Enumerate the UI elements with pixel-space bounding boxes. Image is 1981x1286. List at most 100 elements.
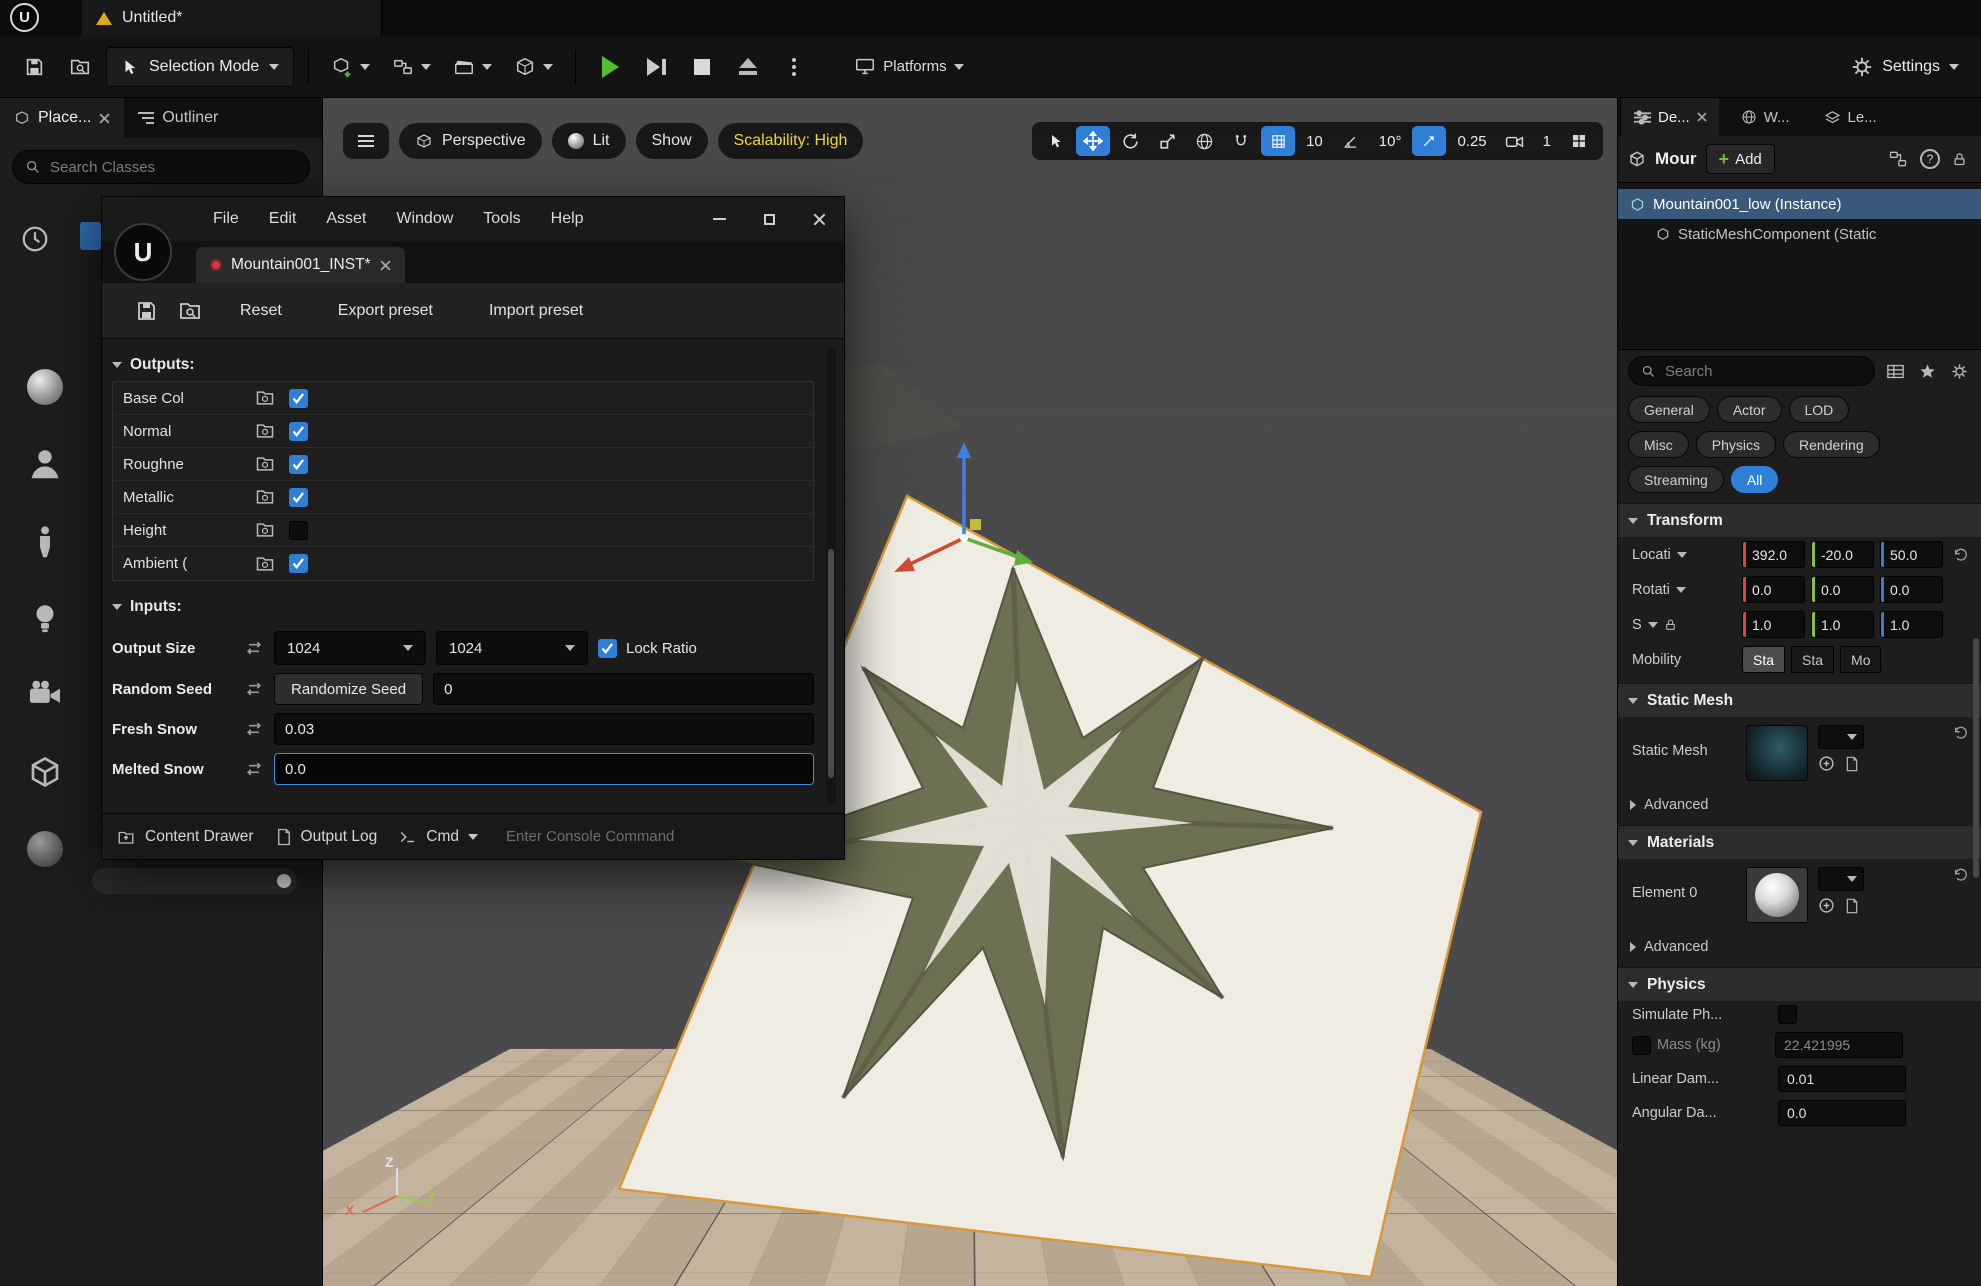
editor-scrollbar[interactable] (826, 347, 836, 805)
minimize-button[interactable] (694, 197, 744, 241)
output-checkbox[interactable] (289, 422, 308, 441)
lock-icon[interactable] (1952, 151, 1967, 168)
close-window-button[interactable] (794, 197, 844, 241)
tree-row-actor[interactable]: Mountain001_low (Instance) (1618, 189, 1981, 219)
stop-button[interactable] (682, 45, 722, 89)
save-button[interactable] (14, 45, 54, 89)
browse-to-asset-icon[interactable] (1818, 897, 1835, 914)
menu-file[interactable]: File (198, 197, 254, 241)
output-checkbox[interactable] (289, 554, 308, 573)
reset-button[interactable]: Reset (214, 302, 308, 320)
rotation-z-field[interactable]: 0.0 (1880, 576, 1943, 603)
filter-misc[interactable]: Misc (1628, 431, 1689, 458)
use-selected-asset-icon[interactable] (1845, 756, 1859, 772)
show-flags-dropdown[interactable]: Show (636, 123, 708, 159)
filter-lod[interactable]: LOD (1789, 396, 1850, 423)
size-y-dropdown[interactable]: 1024 (436, 631, 588, 665)
cmd-dropdown[interactable]: Cmd (399, 828, 478, 846)
scale-snap-value[interactable]: 0.25 (1449, 133, 1494, 150)
volumes-category-icon[interactable] (16, 822, 74, 876)
play-button[interactable] (590, 45, 630, 89)
output-log-button[interactable]: Output Log (276, 828, 378, 846)
menu-window[interactable]: Window (381, 197, 468, 241)
quick-add-dropdown[interactable] (506, 45, 561, 89)
inputs-header[interactable]: Inputs: (112, 591, 814, 623)
advanced-collapse-2[interactable]: Advanced (1618, 933, 1981, 961)
location-x-field[interactable]: 392.0 (1742, 541, 1805, 568)
rotation-y-field[interactable]: 0.0 (1811, 576, 1874, 603)
filter-streaming[interactable]: Streaming (1628, 466, 1724, 493)
browse-output-icon[interactable] (255, 520, 275, 540)
browse-output-icon[interactable] (255, 554, 275, 574)
maximize-button[interactable] (744, 197, 794, 241)
camera-speed-value[interactable]: 1 (1535, 133, 1559, 150)
rotate-tool-button[interactable] (1113, 126, 1147, 156)
reset-location-button[interactable] (1949, 547, 1973, 563)
filter-physics[interactable]: Physics (1696, 431, 1776, 458)
tab-place-actors[interactable]: Place... (0, 98, 124, 138)
selection-mode-dropdown[interactable]: Selection Mode (106, 47, 294, 87)
simulate-physics-checkbox[interactable] (1778, 1005, 1797, 1024)
tab-world-settings[interactable]: W... (1729, 98, 1802, 136)
browse-output-icon[interactable] (255, 487, 275, 507)
close-icon[interactable] (99, 113, 110, 124)
browse-to-asset-icon[interactable] (1818, 755, 1835, 772)
melted-snow-field[interactable]: 0.0 (274, 753, 814, 785)
mobility-movable-button[interactable]: Mo (1840, 646, 1881, 673)
frame-skip-button[interactable] (636, 45, 676, 89)
display-filter-icon[interactable] (1883, 364, 1907, 379)
rotation-dropdown[interactable]: Rotati (1632, 582, 1736, 598)
outputs-header[interactable]: Outputs: (112, 349, 814, 381)
geometry-category-icon[interactable] (16, 745, 74, 799)
browse-output-icon[interactable] (255, 454, 275, 474)
select-tool-button[interactable] (1039, 126, 1073, 156)
export-preset-button[interactable]: Export preset (312, 302, 459, 320)
characters-category-icon[interactable] (16, 437, 74, 491)
output-checkbox[interactable] (289, 389, 308, 408)
cinematics-dropdown[interactable] (445, 45, 500, 89)
menu-asset[interactable]: Asset (311, 197, 381, 241)
swap-icon[interactable] (244, 762, 264, 776)
world-coordinate-button[interactable] (1187, 126, 1221, 156)
swap-icon[interactable] (244, 722, 264, 736)
cinematic-category-icon[interactable] (16, 668, 74, 722)
viewport-options-button[interactable] (343, 123, 389, 159)
platforms-dropdown[interactable]: Platforms (846, 45, 971, 89)
swap-icon[interactable] (244, 641, 264, 655)
location-z-field[interactable]: 50.0 (1880, 541, 1943, 568)
scale-snap-button[interactable] (1412, 126, 1446, 156)
import-preset-button[interactable]: Import preset (463, 302, 609, 320)
seed-value-field[interactable]: 0 (433, 673, 814, 705)
surface-snap-button[interactable] (1224, 126, 1258, 156)
unreal-logo[interactable]: U (10, 3, 39, 32)
linear-damping-field[interactable]: 0.01 (1778, 1066, 1906, 1092)
tab-details[interactable]: De... (1622, 98, 1719, 136)
scalability-warning-button[interactable]: Scalability: High (718, 123, 864, 159)
basic-category-icon[interactable] (16, 360, 74, 414)
use-selected-asset-icon[interactable] (1845, 898, 1859, 914)
scale-tool-button[interactable] (1150, 126, 1184, 156)
menu-edit[interactable]: Edit (254, 197, 312, 241)
details-scrollbar[interactable] (1973, 638, 1979, 878)
translate-tool-button[interactable] (1076, 126, 1110, 156)
save-asset-button[interactable] (126, 289, 166, 333)
search-classes-input[interactable]: Search Classes (12, 150, 310, 184)
size-x-dropdown[interactable]: 1024 (274, 631, 426, 665)
browse-output-icon[interactable] (255, 421, 275, 441)
material-asset-dropdown[interactable] (1818, 867, 1864, 891)
section-transform[interactable]: Transform (1618, 503, 1981, 537)
blueprints-dropdown[interactable] (384, 45, 439, 89)
material-thumbnail[interactable] (1746, 867, 1808, 923)
location-y-field[interactable]: -20.0 (1811, 541, 1874, 568)
browse-output-icon[interactable] (255, 388, 275, 408)
mobility-static-button[interactable]: Sta (1742, 646, 1785, 673)
details-settings-icon[interactable] (1947, 363, 1971, 380)
scale-dropdown[interactable]: S (1632, 617, 1736, 633)
window-title-bar[interactable]: File Edit Asset Window Tools Help (102, 197, 844, 241)
scale-x-field[interactable]: 1.0 (1742, 611, 1805, 638)
mass-override-checkbox[interactable] (1632, 1036, 1651, 1055)
camera-speed-button[interactable] (1498, 126, 1532, 156)
mobility-stationary-button[interactable]: Sta (1791, 646, 1834, 673)
tab-levels[interactable]: Le... (1812, 98, 1889, 136)
browse-content-button[interactable] (60, 45, 100, 89)
